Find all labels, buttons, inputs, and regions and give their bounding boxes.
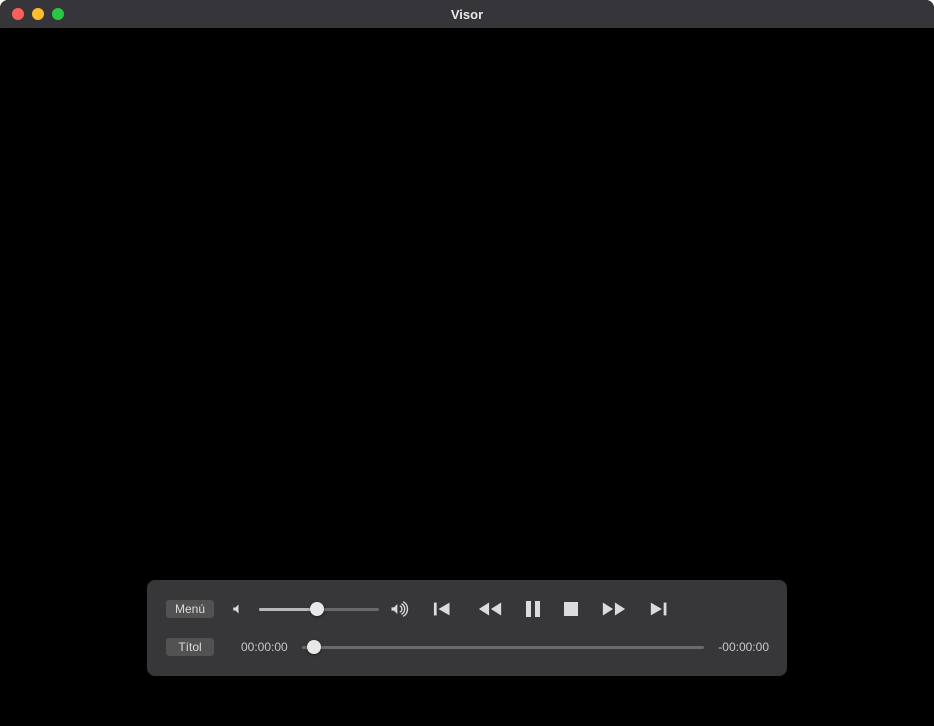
player-window: Visor Menú (0, 0, 934, 726)
window-title: Visor (451, 7, 483, 22)
progress-slider[interactable] (302, 645, 705, 649)
volume-thumb[interactable] (310, 602, 324, 616)
titlebar: Visor (0, 0, 934, 28)
close-button[interactable] (12, 8, 24, 20)
title-button[interactable]: Títol (165, 637, 215, 657)
menu-button[interactable]: Menú (165, 599, 215, 619)
rewind-icon[interactable] (477, 600, 503, 618)
pause-icon[interactable] (525, 600, 541, 618)
volume-high-icon (389, 599, 409, 619)
minimize-button[interactable] (32, 8, 44, 20)
time-remaining: -00:00:00 (718, 640, 769, 654)
video-viewport[interactable]: Menú (0, 28, 934, 726)
volume-slider[interactable] (259, 607, 379, 611)
volume-fill (259, 608, 317, 611)
volume-section (231, 599, 409, 619)
volume-low-icon (231, 600, 249, 618)
progress-thumb[interactable] (307, 640, 321, 654)
controller-bottom-row: Títol 00:00:00 -00:00:00 (165, 632, 769, 662)
skip-forward-icon[interactable] (649, 600, 671, 618)
window-controls (0, 8, 64, 20)
playback-controller: Menú (147, 580, 787, 676)
playback-controls (433, 600, 671, 618)
time-elapsed: 00:00:00 (241, 640, 288, 654)
skip-back-icon[interactable] (433, 600, 455, 618)
stop-icon[interactable] (563, 601, 579, 617)
fast-forward-icon[interactable] (601, 600, 627, 618)
zoom-button[interactable] (52, 8, 64, 20)
progress-track (302, 646, 705, 649)
controller-top-row: Menú (165, 594, 769, 624)
